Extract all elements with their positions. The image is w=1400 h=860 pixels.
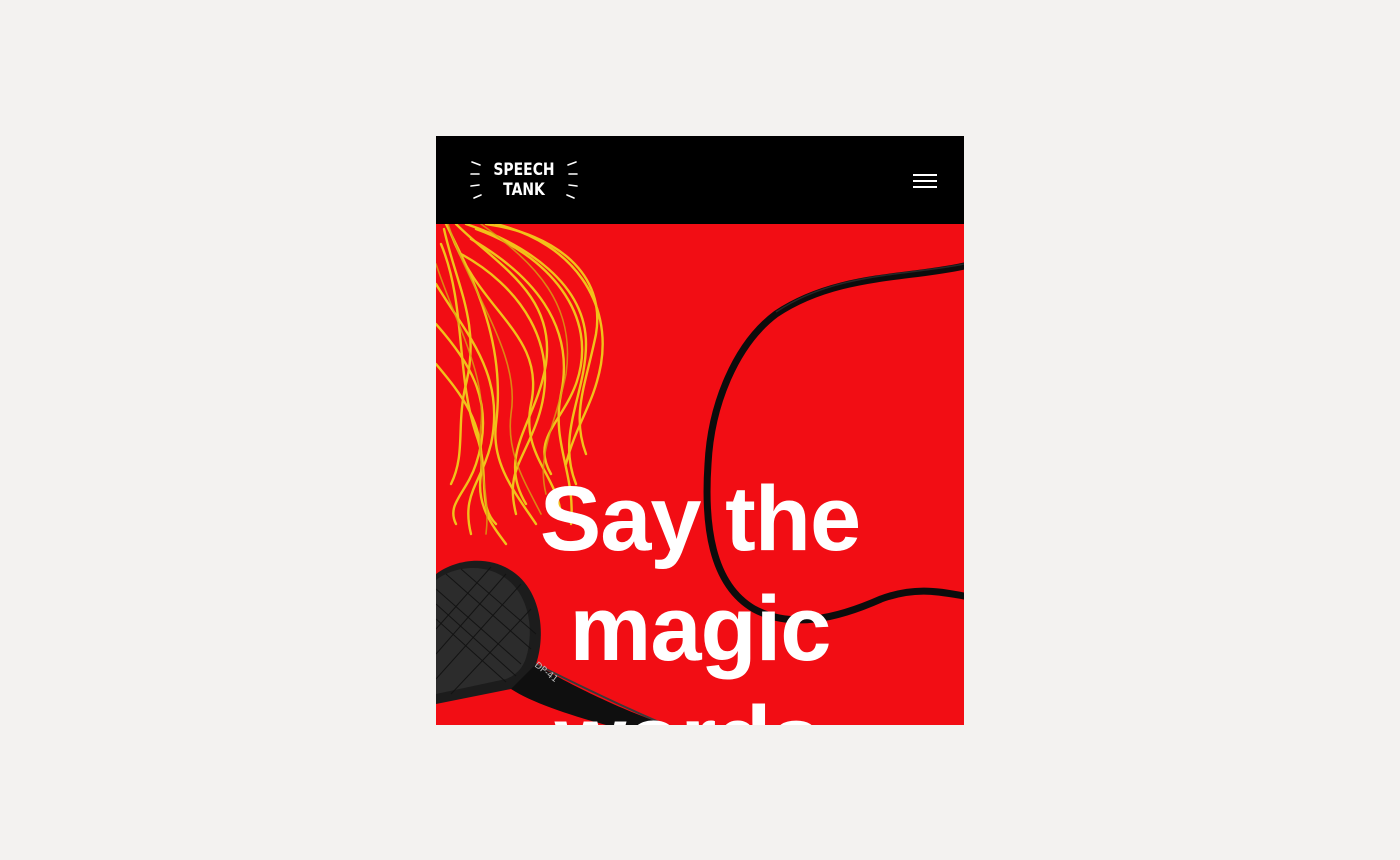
logo-wordmark: SPEECH TANK	[480, 160, 569, 200]
logo-line-1: SPEECH	[493, 160, 555, 180]
logo-line-2: TANK	[503, 180, 545, 200]
headline-line-3: words.	[436, 684, 964, 725]
headline-line-1: Say the	[539, 467, 861, 570]
menu-bar-middle	[913, 180, 937, 182]
menu-bar-top	[913, 174, 937, 176]
menu-bar-bottom	[913, 186, 937, 188]
hero-section: DP-41 Say the magic words.	[436, 224, 964, 725]
hero-headline: Say the magic words.	[436, 464, 964, 725]
page-background: SPEECH TANK DP-41 Say the magic	[0, 0, 1400, 860]
mobile-site-preview: SPEECH TANK DP-41 Say the magic	[436, 136, 964, 725]
headline-line-2: magic	[569, 577, 832, 680]
speech-tank-logo[interactable]: SPEECH TANK	[470, 158, 578, 204]
hamburger-menu-button[interactable]	[902, 167, 948, 195]
site-header: SPEECH TANK	[436, 136, 964, 224]
